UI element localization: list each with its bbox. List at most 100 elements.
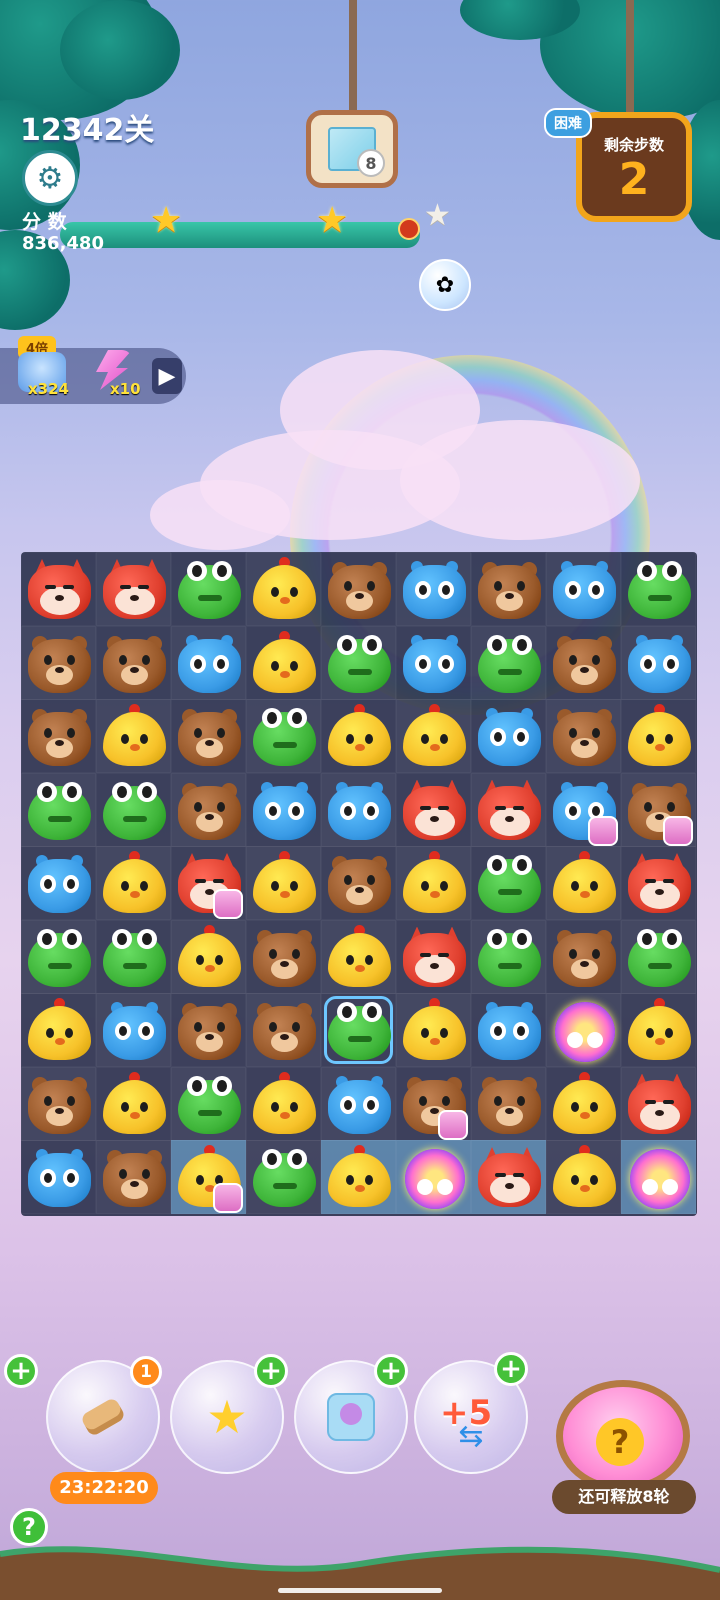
board-cell[interactable]: [621, 919, 696, 994]
board-cell[interactable]: [396, 625, 471, 700]
board-cell[interactable]: [321, 993, 396, 1067]
board-cell[interactable]: [546, 699, 621, 773]
add-octopus-button[interactable]: +: [374, 1354, 408, 1388]
board-cell[interactable]: [396, 1140, 471, 1214]
board-cell[interactable]: [96, 699, 171, 773]
board-cell[interactable]: [396, 772, 471, 847]
board-cell[interactable]: [621, 1066, 696, 1141]
board-cell[interactable]: [96, 993, 171, 1067]
board-cell[interactable]: [546, 919, 621, 994]
board-cell[interactable]: [396, 1066, 471, 1141]
board-cell[interactable]: [21, 846, 96, 920]
board-cell[interactable]: [171, 772, 246, 847]
fox-piece-icon: [403, 779, 466, 842]
board-cell[interactable]: [621, 699, 696, 773]
board-cell[interactable]: [171, 993, 246, 1067]
board-cell[interactable]: [171, 846, 246, 920]
board-cell[interactable]: [21, 1066, 96, 1141]
board-cell[interactable]: [621, 1140, 696, 1214]
board-cell[interactable]: [321, 699, 396, 773]
board-cell[interactable]: [21, 772, 96, 847]
board-cell[interactable]: [546, 1066, 621, 1141]
board-cell[interactable]: [171, 552, 246, 626]
board-cell[interactable]: [21, 699, 96, 773]
bear-piece-icon: [553, 633, 616, 695]
board-cell[interactable]: [171, 1140, 246, 1214]
board-cell[interactable]: [621, 552, 696, 626]
board-cell[interactable]: [546, 552, 621, 626]
board-cell[interactable]: [396, 993, 471, 1067]
board-cell[interactable]: [621, 625, 696, 700]
board-cell[interactable]: [471, 846, 546, 920]
star-empty-icon: ★: [424, 198, 451, 233]
board-cell[interactable]: [96, 846, 171, 920]
board-cell[interactable]: [321, 1066, 396, 1141]
board-cell[interactable]: [471, 625, 546, 700]
board-cell[interactable]: [246, 699, 321, 773]
board-cell[interactable]: [546, 625, 621, 700]
board-cell[interactable]: [396, 846, 471, 920]
board-cell[interactable]: [246, 846, 321, 920]
board-cell[interactable]: [621, 846, 696, 920]
board-cell[interactable]: [396, 699, 471, 773]
chick-piece-icon: [328, 704, 391, 768]
board-cell[interactable]: [96, 919, 171, 994]
board-cell[interactable]: [21, 919, 96, 994]
board-cell[interactable]: [171, 1066, 246, 1141]
board-cell[interactable]: [246, 1066, 321, 1141]
board-cell[interactable]: [246, 772, 321, 847]
board-cell[interactable]: [471, 993, 546, 1067]
fox-piece-icon: [178, 853, 243, 919]
add-moves-button[interactable]: +: [494, 1352, 528, 1386]
gear-icon[interactable]: ⚙: [22, 150, 78, 206]
board-cell[interactable]: [546, 772, 621, 847]
board-cell[interactable]: [321, 552, 396, 626]
fox-piece-icon: [478, 779, 541, 842]
board-cell[interactable]: [546, 846, 621, 920]
help-button[interactable]: ?: [10, 1508, 48, 1546]
board-cell[interactable]: [546, 1140, 621, 1214]
board-cell[interactable]: [21, 625, 96, 700]
board-cell[interactable]: [321, 919, 396, 994]
board-cell[interactable]: [246, 919, 321, 994]
chick-piece-icon: [553, 851, 616, 915]
board-cell[interactable]: [321, 625, 396, 700]
board-cell[interactable]: [321, 846, 396, 920]
board-cell[interactable]: [96, 772, 171, 847]
bear-piece-icon: [103, 633, 166, 695]
board-cell[interactable]: [171, 699, 246, 773]
board-cell[interactable]: [621, 993, 696, 1067]
board-cell[interactable]: [171, 919, 246, 994]
board-cell[interactable]: [246, 625, 321, 700]
board-cell[interactable]: [21, 552, 96, 626]
left-edge-plus-button[interactable]: +: [4, 1354, 38, 1388]
board-cell[interactable]: [21, 1140, 96, 1214]
board-cell[interactable]: [246, 1140, 321, 1214]
board-cell[interactable]: [96, 1140, 171, 1214]
board-cell[interactable]: [96, 1066, 171, 1141]
frog-piece-icon: [628, 559, 691, 621]
board-cell[interactable]: [396, 919, 471, 994]
board-cell[interactable]: [21, 993, 96, 1067]
bear-piece-icon: [328, 559, 391, 621]
board-cell[interactable]: [246, 993, 321, 1067]
board-cell[interactable]: [321, 1140, 396, 1214]
add-wand-button[interactable]: +: [254, 1354, 288, 1388]
difficulty-badge: 困难: [544, 108, 592, 138]
board-cell[interactable]: [321, 772, 396, 847]
board-cell[interactable]: [471, 699, 546, 773]
board-cell[interactable]: [546, 993, 621, 1067]
play-triangle-icon[interactable]: ▶: [152, 358, 182, 394]
board-cell[interactable]: [471, 919, 546, 994]
board-cell[interactable]: [96, 552, 171, 626]
board-cell[interactable]: [621, 772, 696, 847]
board-cell[interactable]: [96, 625, 171, 700]
board-cell[interactable]: [171, 625, 246, 700]
frog-piece-icon: [178, 1074, 241, 1136]
board-cell[interactable]: [471, 1140, 546, 1214]
board-cell[interactable]: [471, 1066, 546, 1141]
board-cell[interactable]: [246, 552, 321, 626]
board-cell[interactable]: [471, 772, 546, 847]
board-cell[interactable]: [471, 552, 546, 626]
board-cell[interactable]: [396, 552, 471, 626]
